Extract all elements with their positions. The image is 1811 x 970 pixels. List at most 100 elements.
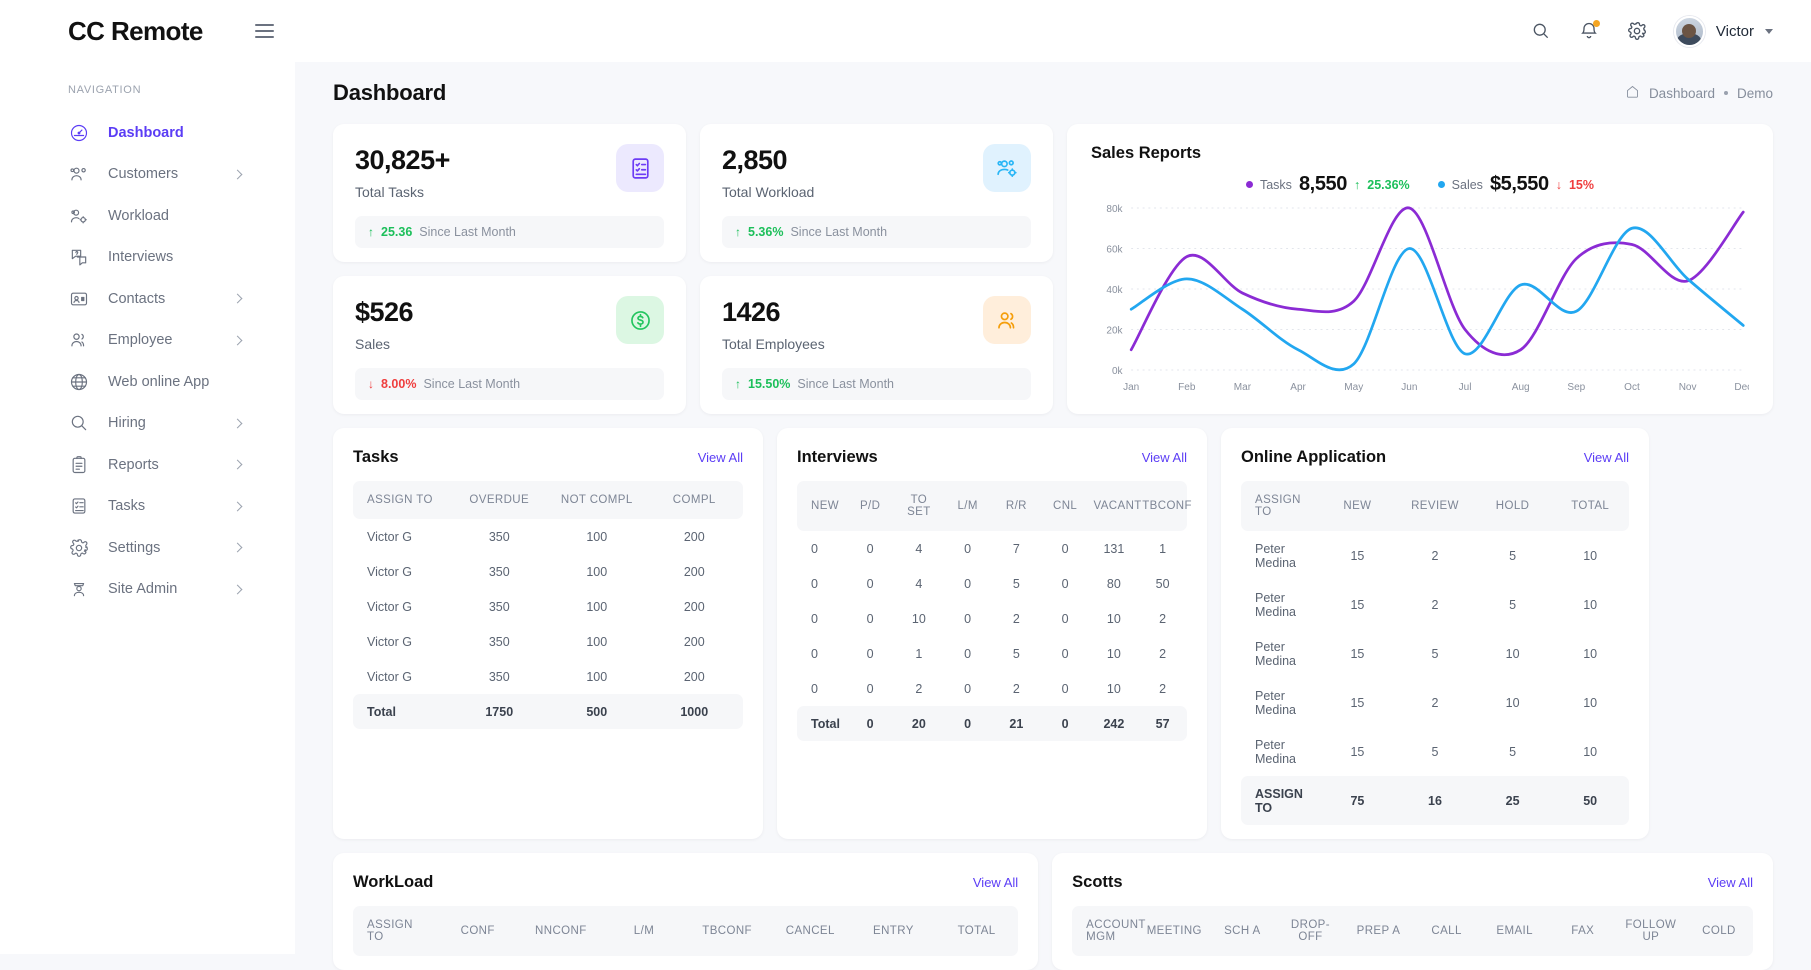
- table-cell: Victor G: [367, 599, 412, 614]
- table-cell: Peter Medina: [1255, 688, 1296, 717]
- column-header: P/D: [859, 500, 881, 512]
- table-row[interactable]: 0 0 2 0 2 0 10 2: [797, 671, 1187, 706]
- workload-panel: WorkLoad View All ASSIGN TO CONF NNCONF L/M…: [333, 853, 1039, 970]
- table-row[interactable]: Victor G 350 100 200: [353, 624, 743, 659]
- search-icon[interactable]: [1530, 20, 1552, 42]
- checklist-icon: [68, 496, 89, 517]
- table-header-row: ASSIGN TO CONF NNCONF L/M TBCONF CANCEL ENTRY T…: [353, 906, 1019, 956]
- trend-arrow-icon: ↑: [368, 225, 374, 239]
- column-header: CANCEL: [785, 925, 835, 937]
- svg-text:May: May: [1344, 382, 1364, 393]
- stat-card-total-employees: 1426 Total Employees ↑ 15.50% Since Last…: [700, 276, 1053, 414]
- sidebar-item-reports[interactable]: Reports: [0, 444, 295, 486]
- table-cell: Peter Medina: [1255, 590, 1296, 619]
- table-cell: 0: [964, 576, 972, 591]
- table-cell: 100: [586, 669, 608, 684]
- sidebar-item-dashboard[interactable]: Dashboard: [0, 112, 295, 154]
- table-row[interactable]: 0 0 4 0 5 0 80 50: [797, 566, 1187, 601]
- table-row[interactable]: Victor G 350 100 200: [353, 589, 743, 624]
- table-total-cell: 20: [911, 716, 926, 731]
- sidebar-item-label: Dashboard: [108, 124, 184, 141]
- tables-row: Tasks View All ASSIGN TO OVERDUE NOT COMPL…: [333, 428, 1773, 839]
- trend-arrow-icon: ↑: [735, 225, 741, 239]
- bottom-tables-row: WorkLoad View All ASSIGN TO CONF NNCONF L/M…: [333, 853, 1773, 970]
- table-row[interactable]: Peter Medina 15 5 10 10: [1241, 629, 1629, 678]
- column-header: DROP-OFF: [1290, 919, 1330, 943]
- sidebar-item-settings[interactable]: Settings: [0, 527, 295, 569]
- view-all-link[interactable]: View All: [1584, 450, 1629, 465]
- table-header-row: ASSIGN TO NEW REVIEW HOLD TOTAL: [1241, 481, 1629, 531]
- table-row[interactable]: Victor G 350 100 200: [353, 659, 743, 694]
- people-icon: [983, 296, 1031, 344]
- view-all-link[interactable]: View All: [1142, 450, 1187, 465]
- chart-title: Sales Reports: [1091, 144, 1202, 162]
- users-gear-icon: [68, 205, 89, 226]
- stat-trend: ↑ 25.36 Since Last Month: [355, 216, 664, 248]
- table-cell: 80: [1106, 576, 1121, 591]
- sidebar-item-interviews[interactable]: Interviews: [0, 237, 295, 279]
- column-header: ASSIGN TO: [367, 494, 433, 506]
- clipboard-icon: [68, 454, 89, 475]
- bell-icon[interactable]: [1578, 20, 1600, 42]
- interviews-table-body: 0 0 4 0 7 0 131 1 0 0 4 0 5 0 80 50 0 0 10 0 2 0 10 2 0 0 1 0 5 0 10 2 0…: [797, 531, 1187, 741]
- column-header: NEW: [1343, 500, 1372, 512]
- sidebar-item-contacts[interactable]: Contacts: [0, 278, 295, 320]
- table-cell: 15: [1350, 597, 1365, 612]
- gear-icon: [68, 537, 89, 558]
- table-row[interactable]: 0 0 10 0 2 0 10 2: [797, 601, 1187, 636]
- gear-icon[interactable]: [1626, 20, 1648, 42]
- table-cell: 10: [1583, 548, 1598, 563]
- table-row[interactable]: Victor G 350 100 200: [353, 519, 743, 554]
- avatar: [1673, 15, 1705, 47]
- table-row[interactable]: 0 0 1 0 5 0 10 2: [797, 636, 1187, 671]
- user-menu[interactable]: Victor: [1673, 15, 1773, 47]
- breadcrumb-home[interactable]: Dashboard: [1649, 86, 1715, 101]
- sidebar-item-label: Workload: [108, 207, 169, 224]
- table-row[interactable]: Peter Medina 15 2 5 10: [1241, 580, 1629, 629]
- user-name: Victor: [1715, 22, 1754, 40]
- notification-badge: [1592, 20, 1600, 27]
- sidebar-item-site-admin[interactable]: Site Admin: [0, 569, 295, 611]
- breadcrumb: Dashboard Demo: [1625, 84, 1773, 102]
- menu-toggle-icon[interactable]: [254, 24, 274, 38]
- view-all-link[interactable]: View All: [698, 450, 743, 465]
- svg-text:Feb: Feb: [1178, 382, 1196, 393]
- chevron-down-icon: [1765, 28, 1773, 34]
- trend-period: Since Last Month: [797, 377, 894, 391]
- column-header: HOLD: [1495, 500, 1530, 512]
- sidebar-item-tasks[interactable]: Tasks: [0, 486, 295, 528]
- view-all-link[interactable]: View All: [1708, 875, 1753, 890]
- table-row[interactable]: Victor G 350 100 200: [353, 554, 743, 589]
- column-header: TOTAL: [957, 925, 996, 937]
- chart-series-sales: [1129, 226, 1745, 372]
- sidebar-item-workload[interactable]: Workload: [0, 195, 295, 237]
- table-cell: 5: [1431, 744, 1439, 759]
- sidebar-item-label: Site Admin: [108, 581, 178, 598]
- svg-text:Oct: Oct: [1624, 382, 1640, 393]
- table-cell: Peter Medina: [1255, 737, 1296, 766]
- sidebar-item-employee[interactable]: Employee: [0, 320, 295, 362]
- column-header: ACCOUNT MGM: [1086, 919, 1146, 943]
- svg-text:Jun: Jun: [1401, 382, 1417, 393]
- table-cell: 10: [1583, 597, 1598, 612]
- table-cell: 0: [964, 611, 972, 626]
- table-cell: 100: [586, 529, 608, 544]
- table-cell: 10: [1583, 744, 1598, 759]
- table-row[interactable]: Peter Medina 15 2 5 10: [1241, 531, 1629, 580]
- table-cell: 5: [1012, 576, 1020, 591]
- column-header: ASSIGN TO: [1255, 494, 1301, 518]
- table-row[interactable]: 0 0 4 0 7 0 131 1: [797, 531, 1187, 566]
- table-cell: 100: [586, 564, 608, 579]
- sidebar-item-label: Reports: [108, 456, 159, 473]
- sidebar-item-hiring[interactable]: Hiring: [0, 403, 295, 445]
- svg-text:Apr: Apr: [1290, 382, 1306, 393]
- table-row[interactable]: Peter Medina 15 2 10 10: [1241, 678, 1629, 727]
- sidebar-item-customers[interactable]: Customers: [0, 154, 295, 196]
- sidebar-item-web-online-app[interactable]: Web online App: [0, 361, 295, 403]
- panel-header: WorkLoad View All: [353, 873, 1018, 892]
- table-row[interactable]: Peter Medina 15 5 5 10: [1241, 727, 1629, 776]
- table-cell: 0: [811, 576, 818, 591]
- table-cell: 350: [488, 599, 510, 614]
- table-total-cell: 242: [1103, 716, 1125, 731]
- view-all-link[interactable]: View All: [973, 875, 1018, 890]
